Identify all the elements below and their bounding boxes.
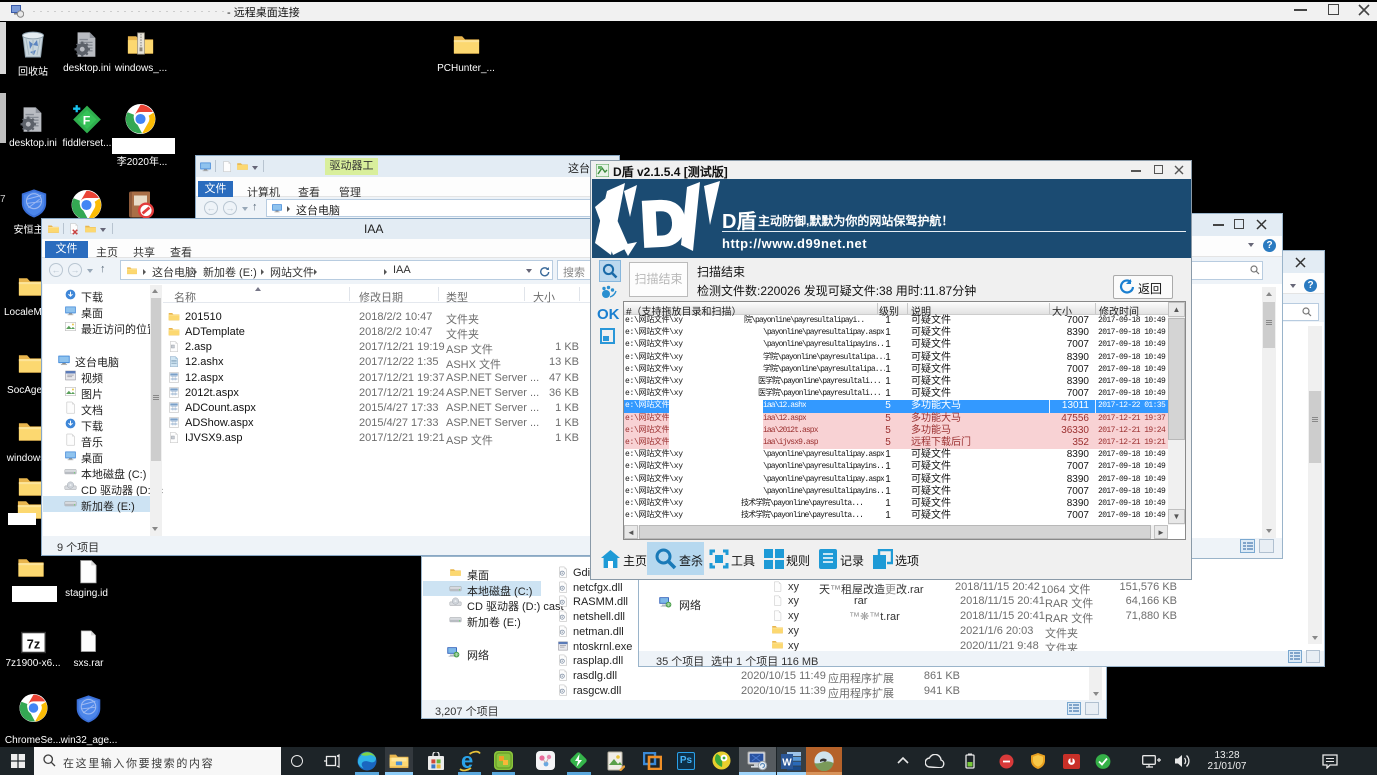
svg-text:W: W bbox=[782, 758, 792, 769]
svg-text:D: D bbox=[639, 188, 687, 257]
